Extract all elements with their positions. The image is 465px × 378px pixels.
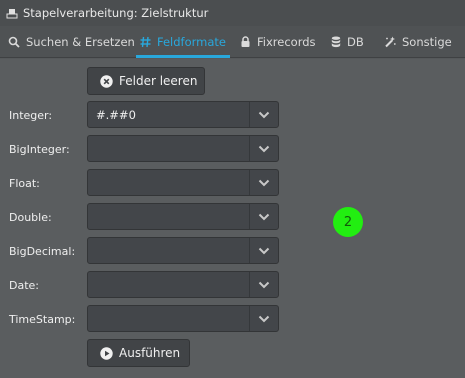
tab-label: Sonstige: [402, 34, 452, 49]
tab-db[interactable]: DB: [331, 26, 364, 57]
field-formats-panel: Felder leeren Integer: #.##0 BigInteger:…: [0, 59, 465, 378]
select-divider: [249, 306, 250, 331]
tab-label: DB: [347, 34, 364, 49]
integer-label: Integer:: [9, 109, 53, 122]
chevron-down-icon: [258, 179, 270, 187]
float-label: Float:: [9, 177, 40, 190]
chevron-down-icon: [258, 213, 270, 221]
chevron-down-icon: [258, 315, 270, 323]
step-marker-badge: 2: [333, 207, 363, 237]
select-divider: [249, 170, 250, 195]
play-circle-icon: [100, 346, 113, 360]
integer-format-select[interactable]: #.##0: [87, 101, 279, 128]
tab-label: Fixrecords: [257, 34, 316, 49]
tab-suchen-ersetzen[interactable]: Suchen & Ersetzen: [8, 26, 135, 57]
tab-fixrecords[interactable]: Fixrecords: [240, 26, 316, 57]
app-icon: [6, 7, 18, 19]
tab-bar: Suchen & Ersetzen Feldformate Fixrecords…: [0, 26, 465, 58]
bigdecimal-label: BigDecimal:: [9, 245, 76, 258]
tab-sonstige[interactable]: Sonstige: [384, 26, 452, 57]
window-title: Stapelverarbeitung: Zielstruktur: [23, 6, 209, 20]
biginteger-label: BigInteger:: [9, 143, 70, 156]
clear-fields-button[interactable]: Felder leeren: [87, 67, 205, 95]
lock-icon: [241, 35, 250, 47]
clear-circle-icon: [100, 74, 113, 88]
integer-format-value: #.##0: [96, 108, 136, 122]
chevron-down-icon: [258, 247, 270, 255]
select-divider: [249, 102, 250, 127]
run-label: Ausführen: [119, 346, 181, 360]
database-icon: [331, 36, 341, 47]
tab-label: Feldformate: [157, 34, 226, 49]
chevron-down-icon: [258, 281, 270, 289]
clear-fields-label: Felder leeren: [119, 74, 198, 88]
select-divider: [249, 204, 250, 229]
tab-feldformate[interactable]: Feldformate: [136, 26, 230, 58]
double-label: Double:: [9, 211, 52, 224]
select-divider: [249, 272, 250, 297]
step-marker-text: 2: [343, 214, 353, 230]
magic-wand-icon: [385, 36, 396, 47]
window-titlebar: Stapelverarbeitung: Zielstruktur: [0, 0, 465, 26]
select-divider: [249, 238, 250, 263]
run-button[interactable]: Ausführen: [87, 339, 190, 367]
date-format-select[interactable]: [87, 271, 279, 298]
double-format-select[interactable]: [87, 203, 279, 230]
timestamp-label: TimeStamp:: [9, 313, 76, 326]
search-icon: [8, 36, 20, 48]
tab-label: Suchen & Ersetzen: [26, 34, 135, 49]
chevron-down-icon: [258, 145, 270, 153]
biginteger-format-select[interactable]: [87, 135, 279, 162]
chevron-down-icon: [258, 111, 270, 119]
timestamp-format-select[interactable]: [87, 305, 279, 332]
select-divider: [249, 136, 250, 161]
date-label: Date:: [9, 279, 39, 292]
bigdecimal-format-select[interactable]: [87, 237, 279, 264]
float-format-select[interactable]: [87, 169, 279, 196]
hash-icon: [140, 36, 151, 47]
